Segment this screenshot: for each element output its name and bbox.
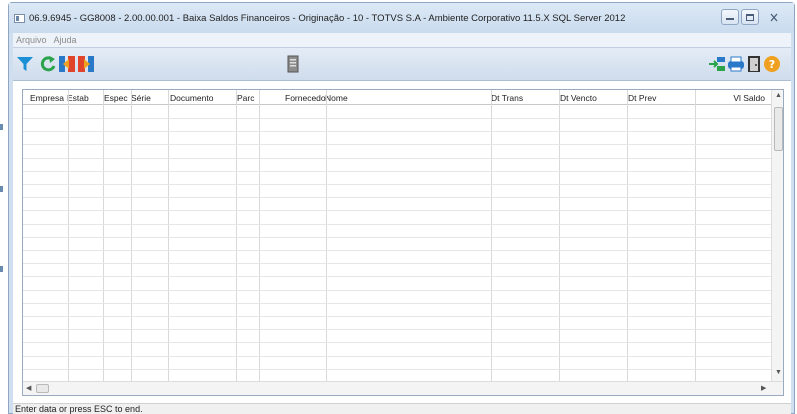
edge-artifact [0, 186, 3, 192]
horizontal-scroll-thumb[interactable] [36, 384, 49, 393]
row-divider [23, 276, 771, 277]
column-dt-vencto[interactable]: Dt Vencto [560, 93, 597, 103]
column-divider [559, 90, 560, 381]
edge-artifact [0, 124, 3, 130]
document-button[interactable] [282, 53, 304, 75]
vertical-scroll-thumb[interactable] [774, 107, 783, 151]
toolbar: ? [13, 47, 791, 81]
scroll-left-icon[interactable]: ◀ [26, 384, 31, 392]
maximize-button[interactable] [741, 9, 759, 25]
column-divider [236, 90, 237, 381]
row-divider [23, 369, 771, 370]
row-divider [23, 144, 771, 145]
menu-arquivo[interactable]: Arquivo [16, 35, 47, 45]
scroll-up-icon[interactable]: ▲ [775, 92, 782, 99]
column-estab[interactable]: Estab [67, 93, 89, 103]
refresh-icon [40, 56, 56, 72]
menu-ajuda[interactable]: Ajuda [54, 35, 77, 45]
row-divider [23, 290, 771, 291]
document-icon [287, 55, 299, 73]
filter-button[interactable] [14, 53, 36, 75]
row-divider [23, 171, 771, 172]
row-divider [23, 263, 771, 264]
scroll-right-icon[interactable]: ▶ [761, 384, 766, 392]
edge-artifact [0, 266, 3, 272]
menu-bar: Arquivo Ajuda [13, 33, 791, 47]
row-divider [23, 197, 771, 198]
row-divider [23, 329, 771, 330]
vertical-scrollbar[interactable]: ▲ ▼ [771, 90, 783, 381]
column-divider [131, 90, 132, 381]
column-divider [168, 90, 169, 381]
help-button[interactable]: ? [761, 53, 783, 75]
column-divider [259, 90, 260, 381]
column-vl-saldo[interactable]: Vl Saldo [713, 93, 765, 103]
column-espec[interactable]: Espec [104, 93, 128, 103]
row-divider [23, 184, 771, 185]
row-divider [23, 224, 771, 225]
column-dt-prev[interactable]: Dt Prev [628, 93, 656, 103]
close-icon [770, 13, 778, 21]
row-divider [23, 131, 771, 132]
minimize-icon [726, 18, 734, 20]
grid-header: Empresa Estab Espec Série Documento Parc… [23, 90, 771, 105]
svg-text:?: ? [769, 58, 775, 71]
close-button[interactable] [763, 9, 785, 25]
column-parc[interactable]: Parc [237, 93, 254, 103]
window-title: 06.9.6945 - GG8008 - 2.00.00.001 - Baixa… [29, 13, 626, 24]
move-right-icon [59, 56, 75, 72]
row-divider [23, 316, 771, 317]
row-divider [23, 342, 771, 343]
column-divider [326, 90, 327, 381]
column-dt-trans[interactable]: Dt Trans [491, 93, 523, 103]
column-nome[interactable]: Nome [325, 93, 348, 103]
column-divider [103, 90, 104, 381]
column-divider [68, 90, 69, 381]
column-serie[interactable]: Série [131, 93, 151, 103]
scroll-down-icon[interactable]: ▼ [775, 369, 782, 376]
client-area: Arquivo Ajuda ? Empresa Estab Espec Séri… [13, 33, 791, 414]
filter-icon [17, 57, 33, 71]
move-left-icon [78, 56, 94, 72]
exit-door-icon [748, 56, 760, 72]
column-divider [695, 90, 696, 381]
horizontal-scrollbar[interactable]: ◀ ▶ [23, 381, 783, 395]
maximize-icon [746, 13, 754, 21]
column-fornecedor[interactable]: Fornecedor [285, 93, 328, 103]
status-message: Enter data or press ESC to end. [15, 404, 143, 414]
export-icon [709, 57, 725, 71]
move-left-button[interactable] [75, 53, 97, 75]
row-divider [23, 118, 771, 119]
row-divider [23, 237, 771, 238]
application-window: 06.9.6945 - GG8008 - 2.00.00.001 - Baixa… [8, 2, 795, 414]
app-icon [14, 14, 25, 23]
row-divider [23, 356, 771, 357]
row-divider [23, 250, 771, 251]
title-bar: 06.9.6945 - GG8008 - 2.00.00.001 - Baixa… [9, 3, 794, 33]
minimize-button[interactable] [721, 9, 739, 25]
status-bar: Enter data or press ESC to end. [13, 403, 791, 414]
help-icon: ? [764, 56, 780, 72]
column-empresa[interactable]: Empresa [30, 93, 64, 103]
column-divider [491, 90, 492, 381]
row-divider [23, 303, 771, 304]
row-divider [23, 210, 771, 211]
data-grid[interactable]: Empresa Estab Espec Série Documento Parc… [22, 89, 784, 396]
row-divider [23, 158, 771, 159]
column-documento[interactable]: Documento [170, 93, 213, 103]
column-divider [627, 90, 628, 381]
